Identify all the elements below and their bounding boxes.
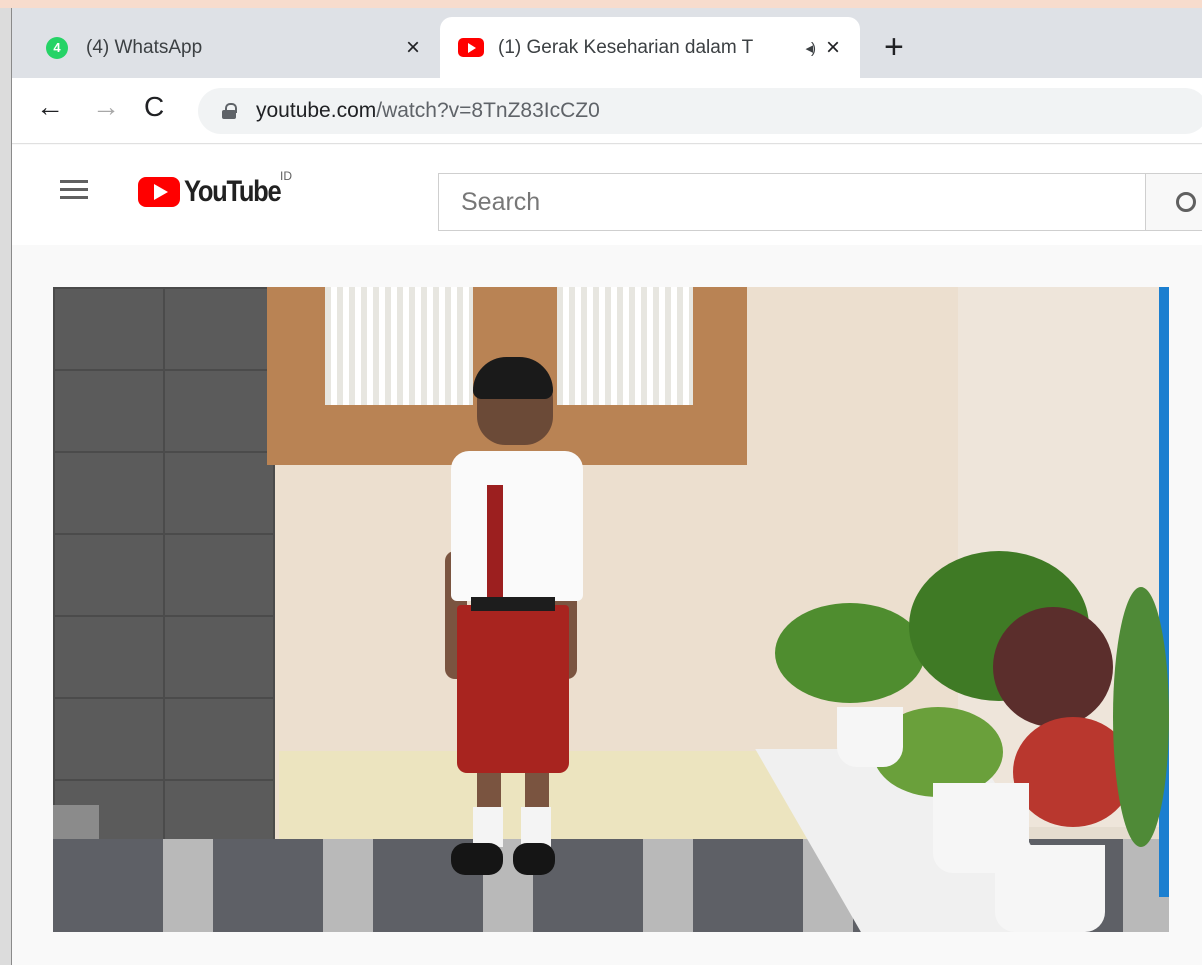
url-path: /watch?v=8TnZ83IcCZ0 [376,99,600,122]
tab-title: (4) WhatsApp [86,36,203,58]
youtube-favicon-icon [458,38,484,57]
video-frame-window-pane [557,287,693,405]
tab-whatsapp[interactable]: 4 (4) WhatsApp × [12,17,440,78]
video-frame-boy-shorts [457,605,569,773]
close-tab-icon[interactable]: × [826,34,840,62]
audio-playing-icon[interactable]: ◂) [805,39,815,57]
youtube-wordmark: YouTube [184,175,282,208]
hamburger-menu-icon[interactable] [60,180,88,200]
search-button[interactable] [1145,173,1202,231]
close-tab-icon[interactable]: × [406,34,420,62]
tab-strip: 4 (4) WhatsApp × (1) Gerak Keseharian da… [12,8,1202,78]
url-text[interactable]: youtube.com/watch?v=8TnZ83IcCZ0 [256,99,600,123]
youtube-logo[interactable]: YouTube ID [138,169,297,209]
tab-title: (1) Gerak Keseharian dalam T [498,36,754,58]
browser-toolbar: ← → C youtube.com/watch?v=8TnZ83IcCZ0 [12,78,1202,144]
screen-top-strip [0,0,1202,8]
whatsapp-icon: 4 [46,36,68,59]
video-frame-boy-sock [473,807,503,847]
window-left-edge [0,8,12,965]
tab-youtube[interactable]: (1) Gerak Keseharian dalam T ◂) × [440,17,860,78]
video-frame-plant [1113,587,1169,847]
video-frame-boy-tie [487,485,503,597]
region-code: ID [280,169,292,183]
video-frame-boy-shoe [451,843,503,875]
video-frame-pot [837,707,903,767]
video-player[interactable] [53,287,1169,932]
video-frame-pot [995,845,1105,932]
watch-page [12,245,1202,965]
youtube-header: YouTube ID Search [12,145,1202,245]
back-arrow-icon[interactable]: ← [36,92,64,122]
video-frame-boy-shirt [451,451,583,601]
address-bar[interactable]: youtube.com/watch?v=8TnZ83IcCZ0 [198,88,1202,134]
video-frame-plant [775,603,925,703]
browser-window: 4 (4) WhatsApp × (1) Gerak Keseharian da… [12,8,1202,965]
video-frame-stone-wall [53,287,275,839]
new-tab-button[interactable]: + [884,30,904,64]
forward-arrow-icon[interactable]: → [92,92,120,122]
url-domain: youtube.com [256,99,377,122]
reload-icon[interactable]: C [144,92,164,122]
video-frame-window-pane [325,287,473,405]
lock-icon[interactable] [222,103,237,119]
video-frame-boy-belt [471,597,555,611]
video-frame-boy-sock [521,807,551,847]
search-input[interactable]: Search [438,173,1146,231]
youtube-play-logo-icon [138,177,180,207]
video-frame-plant [993,607,1113,727]
search-icon [1176,192,1196,212]
video-frame-boy-shoe [513,843,555,875]
